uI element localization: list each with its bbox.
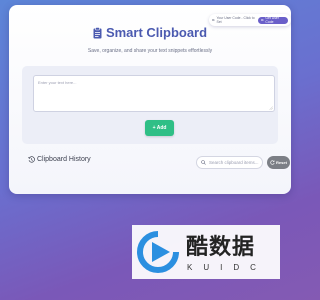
app-subtitle: Save, organize, and share your text snip… <box>87 48 213 54</box>
play-logo-icon <box>137 231 179 273</box>
search-input[interactable] <box>209 160 261 165</box>
watermark: 酷数据 KUIDC <box>132 225 280 279</box>
input-section: Enter your text here... + Add <box>22 66 278 144</box>
reset-button[interactable]: Reset <box>267 156 290 169</box>
text-input-placeholder: Enter your text here... <box>38 80 77 85</box>
app-title-text: Smart Clipboard <box>105 25 208 40</box>
get-user-code-label: Get User Code <box>265 16 279 24</box>
user-code-label[interactable]: Your User Code - Click to Set <box>212 16 255 24</box>
search-icon <box>201 160 206 165</box>
key-icon <box>260 19 265 21</box>
search-box[interactable] <box>196 156 263 169</box>
add-button-label: + Add <box>152 125 167 131</box>
get-user-code-button[interactable]: Get User Code <box>257 16 288 24</box>
clipboard-icon <box>93 26 102 38</box>
history-icon <box>28 156 35 163</box>
main-card: Smart Clipboard Save, organize, and shar… <box>9 5 291 194</box>
watermark-en-text: KUIDC <box>187 263 267 272</box>
history-title: Clipboard History <box>37 156 91 163</box>
history-header: Clipboard History <box>28 156 91 163</box>
header: Smart Clipboard <box>9 25 291 44</box>
watermark-cn-text: 酷数据 <box>186 235 256 260</box>
text-input[interactable]: Enter your text here... <box>33 75 275 112</box>
reset-button-label: Reset <box>276 160 287 165</box>
app-title: Smart Clipboard <box>93 25 207 40</box>
user-code-pill[interactable]: Your User Code - Click to Set Get User C… <box>209 14 291 26</box>
resize-grip-icon[interactable] <box>269 106 273 110</box>
add-button[interactable]: + Add <box>145 120 174 136</box>
user-code-text: Your User Code - Click to Set <box>216 16 255 24</box>
key-icon <box>212 18 216 22</box>
reset-icon <box>270 160 275 165</box>
